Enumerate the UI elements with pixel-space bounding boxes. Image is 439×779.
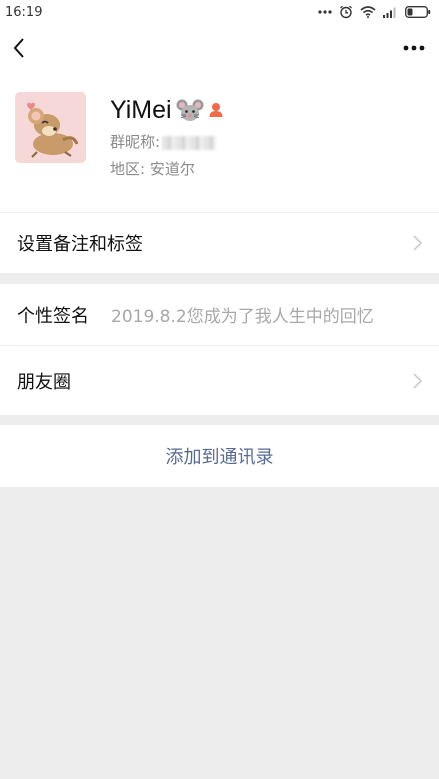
alarm-icon (340, 5, 352, 19)
chevron-right-icon (413, 372, 422, 389)
avatar-image (15, 92, 86, 163)
add-to-contacts-button[interactable]: 添加到通讯录 (0, 425, 439, 487)
remark-tags-row[interactable]: 设置备注和标签 (0, 212, 439, 273)
more-options-icon[interactable] (403, 45, 425, 51)
name-line: YiMei (110, 94, 224, 126)
wifi-icon (360, 6, 376, 18)
chevron-right-icon (413, 235, 422, 251)
signature-row: 个性签名 2019.8.2您成为了我人生中的回忆 (0, 284, 439, 345)
signature-value: 2019.8.2您成为了我人生中的回忆 (111, 307, 374, 327)
friend-badge-icon (209, 103, 223, 117)
region-value: 安道尔 (149, 160, 195, 178)
signature-label: 个性签名 (17, 305, 89, 327)
more-dots-icon (318, 10, 332, 14)
profile-card: YiMei 群昵称: 地区: 安道尔 (0, 72, 439, 212)
region: 地区: 安道尔 (110, 158, 195, 179)
status-time: 16:19 (5, 4, 43, 20)
back-arrow-icon[interactable] (12, 37, 26, 59)
avatar[interactable] (15, 92, 86, 163)
moments-label: 朋友圈 (17, 371, 71, 393)
moments-row[interactable]: 朋友圈 (0, 346, 439, 415)
group-nickname-blurred (162, 135, 217, 150)
status-icons (318, 5, 431, 19)
nav-bar (0, 24, 439, 72)
group-nickname: 群昵称: (110, 131, 217, 152)
region-label: 地区: (110, 160, 146, 178)
mouse-face-icon (176, 99, 204, 121)
group-nickname-label: 群昵称: (110, 133, 161, 151)
remark-tags-label: 设置备注和标签 (17, 234, 143, 255)
battery-icon (405, 6, 431, 18)
profile-name: YiMei (110, 95, 172, 124)
signal-icon (383, 7, 396, 18)
status-bar: 16:19 (0, 0, 439, 24)
